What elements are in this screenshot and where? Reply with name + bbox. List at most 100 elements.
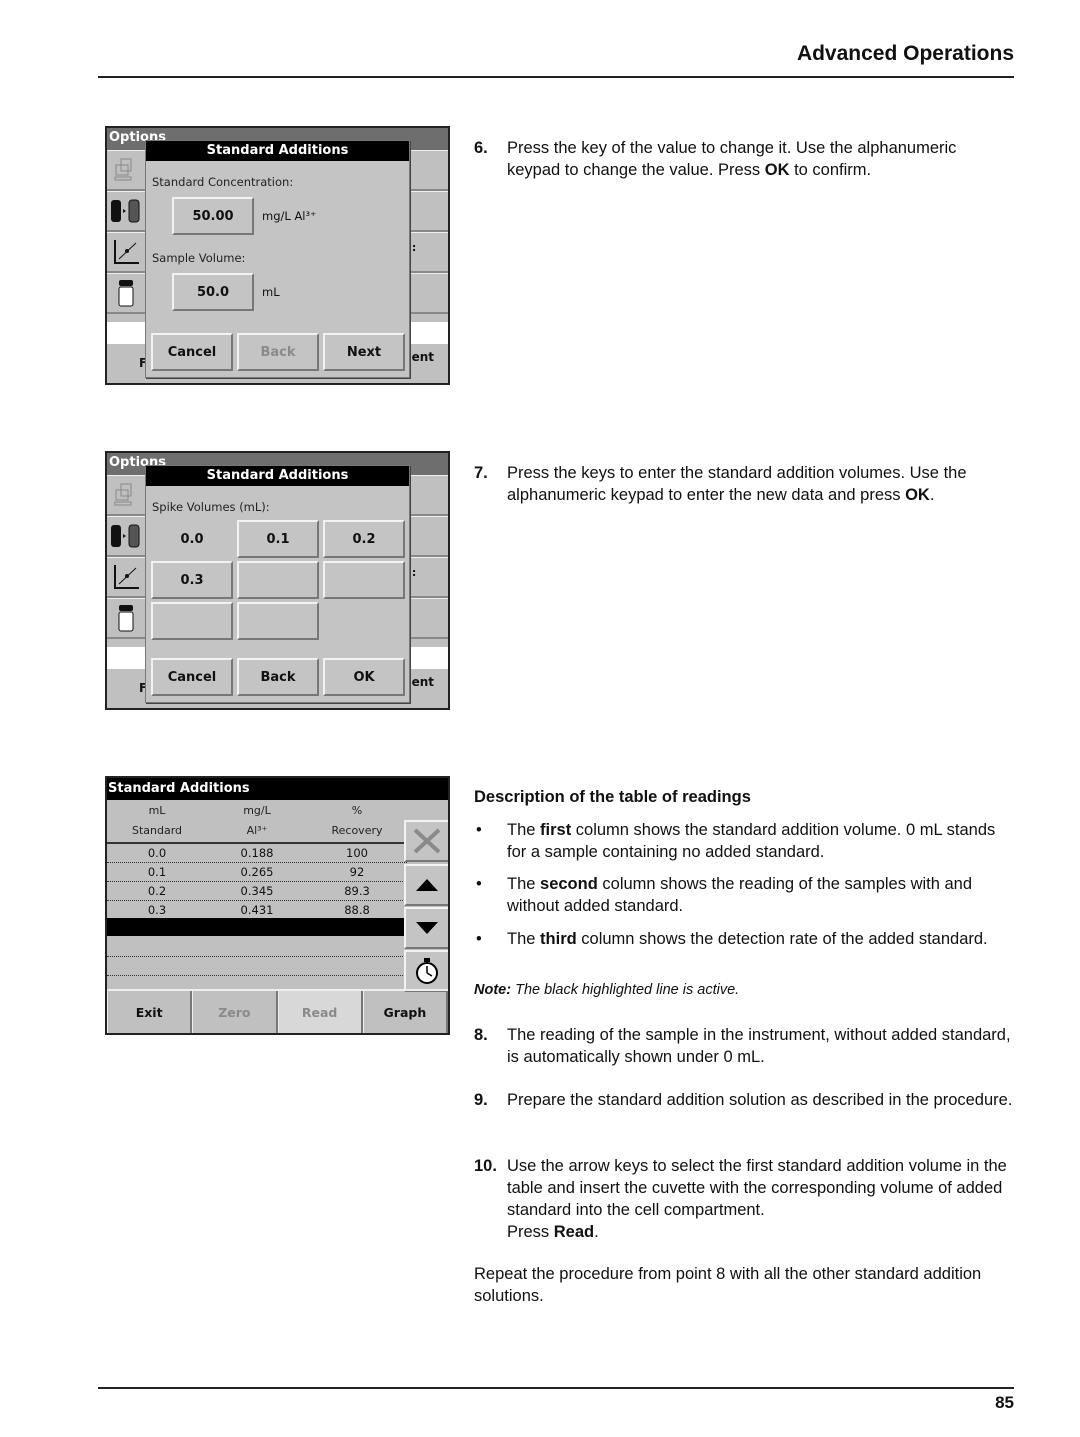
step-10: 10. Use the arrow keys to select the fir… [474, 1155, 1014, 1243]
bullet-text: The [507, 930, 541, 948]
calibration-curve-icon [107, 557, 145, 598]
page-footer: 85 [98, 1387, 1014, 1412]
delete-x-icon [413, 828, 441, 854]
step-text: . [594, 1223, 599, 1241]
standard-concentration-button[interactable]: 50.00 [172, 197, 254, 235]
sample-cuvettes-icon [107, 516, 145, 557]
delete-button[interactable] [404, 820, 448, 862]
step-number: 10. [474, 1157, 497, 1175]
bullet-item: • The third column shows the detection r… [474, 928, 1014, 950]
column-header: Standard [131, 824, 183, 837]
arrow-down-icon [416, 922, 438, 934]
step-text: Use the arrow keys to select the first s… [507, 1157, 1007, 1219]
bullet-text: column shows the detection rate of the a… [576, 930, 988, 948]
cell: 100 [346, 846, 368, 860]
scroll-down-button[interactable] [404, 907, 448, 949]
read-button[interactable]: Read [277, 991, 363, 1033]
spike-volume-cell[interactable]: 0.0 [151, 520, 233, 558]
step-number: 9. [474, 1091, 488, 1109]
cell: 0.431 [240, 903, 274, 917]
underlay-frag: ent [411, 350, 434, 364]
step-bold: OK [905, 486, 930, 504]
sample-volume-unit: mL [262, 285, 280, 299]
step-text: Press [507, 1223, 554, 1241]
table-row-active[interactable] [107, 918, 407, 936]
bullet-text: column shows the standard addition volum… [507, 821, 996, 861]
step-text: Press the keys to enter the standard add… [507, 464, 967, 504]
standard-concentration-unit: mg/L Al³⁺ [262, 209, 317, 223]
screen-title: Standard Additions [107, 778, 448, 800]
step-bold: OK [764, 161, 790, 179]
step-9: 9. Prepare the standard addition solutio… [474, 1089, 1014, 1111]
step-6: 6. Press the key of the value to change … [474, 137, 1014, 181]
cell: 0.265 [240, 865, 274, 879]
note-label: Note: [474, 982, 512, 998]
spike-volume-cell[interactable]: 0.3 [151, 561, 233, 599]
bullet-text: The [507, 875, 541, 893]
cell: 92 [349, 865, 365, 879]
cell: 0.345 [240, 884, 274, 898]
timer-button[interactable] [404, 950, 448, 992]
standard-additions-dialog: Standard Additions Standard Concentratio… [145, 140, 410, 378]
ok-button[interactable]: OK [323, 658, 405, 696]
screen-readings-table: Standard Additions mL mg/L % Standard Al… [105, 776, 450, 1035]
table-row[interactable] [107, 938, 407, 957]
standard-concentration-label: Standard Concentration: [152, 175, 294, 189]
next-button[interactable]: Next [323, 333, 405, 371]
table-row[interactable]: 0.0 0.188 100 [107, 844, 407, 863]
scroll-up-button[interactable] [404, 864, 448, 906]
column-header: mL [148, 804, 166, 817]
back-button[interactable]: Back [237, 658, 319, 696]
graph-button[interactable]: Graph [362, 991, 448, 1033]
computer-icon [107, 150, 145, 191]
step-number: 6. [474, 139, 488, 157]
dialog-title: Standard Additions [146, 466, 409, 486]
bullet-item: • The first column shows the standard ad… [474, 819, 1014, 863]
spike-volume-cell[interactable] [323, 561, 405, 599]
step-text: Press the key of the value to change it.… [507, 139, 957, 179]
sample-volume-button[interactable]: 50.0 [172, 273, 254, 311]
cuvette-icon [107, 273, 145, 314]
cancel-button[interactable]: Cancel [151, 658, 233, 696]
page-header: Advanced Operations [98, 42, 1014, 78]
spike-volume-cell[interactable] [237, 561, 319, 599]
step-text: to confirm. [789, 161, 872, 179]
table-row[interactable] [107, 957, 407, 976]
spike-volumes-label: Spike Volumes (mL): [152, 500, 270, 514]
zero-button[interactable]: Zero [192, 991, 278, 1033]
timer-icon [416, 958, 438, 984]
bullet-bold: first [540, 821, 572, 839]
repeat-text: Repeat the procedure from point 8 with a… [474, 1265, 982, 1305]
step-text: Prepare the standard addition solution a… [507, 1091, 1013, 1109]
step-number: 8. [474, 1026, 488, 1044]
step-text: The reading of the sample in the instrum… [507, 1026, 1011, 1066]
bullet-text: The [507, 821, 541, 839]
exit-button[interactable]: Exit [107, 991, 193, 1033]
cell: 88.8 [344, 903, 370, 917]
page-number: 85 [995, 1393, 1014, 1412]
bullet-dot: • [476, 821, 482, 839]
cuvette-icon [107, 598, 145, 639]
step-7: 7. Press the keys to enter the standard … [474, 462, 1014, 506]
cell: 0.188 [240, 846, 274, 860]
cell: 0.0 [147, 846, 167, 860]
step-text: . [929, 486, 935, 504]
back-button[interactable]: Back [237, 333, 319, 371]
table-row[interactable]: 0.1 0.265 92 [107, 863, 407, 882]
step-bold: Read [553, 1223, 595, 1241]
bullet-bold: third [540, 930, 577, 948]
calibration-curve-icon [107, 232, 145, 273]
screen-spike-volumes: Options : n: ) F ent Standard Additions … [105, 451, 450, 710]
bullet-item: • The second column shows the reading of… [474, 873, 1014, 917]
cell: 0.3 [147, 903, 167, 917]
spike-volume-cell[interactable] [237, 602, 319, 640]
cancel-button[interactable]: Cancel [151, 333, 233, 371]
page-title: Advanced Operations [796, 42, 1014, 65]
screen-standard-concentration: Options : n: ) F ent Standard Additions … [105, 126, 450, 385]
column-header: % [351, 804, 363, 817]
table-row[interactable]: 0.2 0.345 89.3 [107, 882, 407, 901]
spike-volume-cell[interactable] [151, 602, 233, 640]
spike-volume-cell[interactable]: 0.2 [323, 520, 405, 558]
note: Note: The black highlighted line is acti… [474, 982, 739, 998]
spike-volume-cell[interactable]: 0.1 [237, 520, 319, 558]
